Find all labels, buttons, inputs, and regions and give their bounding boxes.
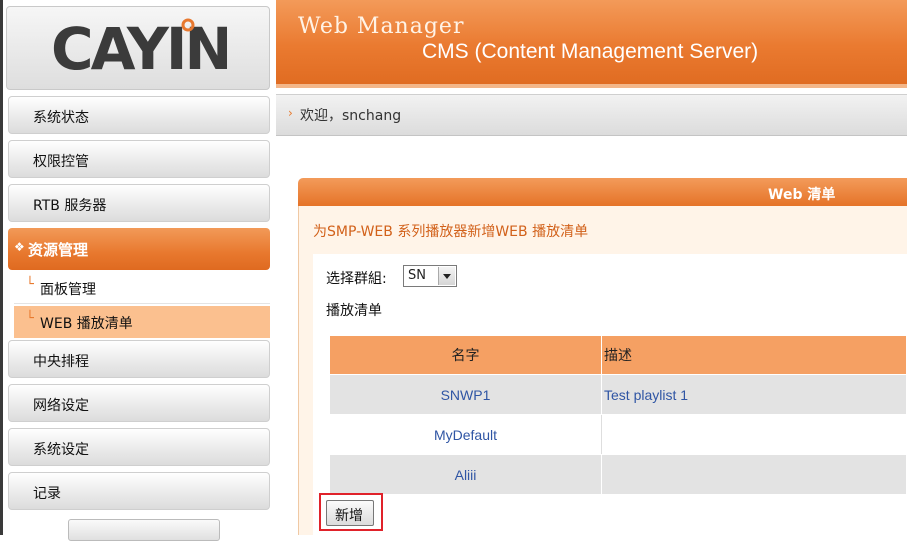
panel-header: Web 清单: [298, 178, 907, 206]
chevron-right-icon: ›: [288, 106, 293, 120]
app-header: Web Manager CMS (Content Management Serv…: [276, 0, 907, 88]
panel-title: Web 清单: [768, 187, 836, 203]
cayin-logo: CAYIN: [51, 15, 227, 79]
sidebar-item-label: 网络设定: [33, 398, 89, 414]
sidebar-item-label: 中央排程: [33, 354, 89, 370]
table-header-row: 名字 描述: [329, 335, 907, 375]
sidebar-item-label: 权限控管: [33, 154, 89, 170]
sidebar-subitem-label: 面板管理: [40, 282, 96, 298]
header-title: Web Manager: [298, 14, 465, 39]
group-select-label: 选择群組:: [326, 271, 387, 287]
group-select[interactable]: SN: [403, 265, 457, 287]
sidebar-subitem-label: WEB 播放清单: [40, 316, 133, 332]
chevron-down-icon[interactable]: [438, 267, 455, 285]
sidebar-item-network-settings[interactable]: 网络设定: [8, 384, 270, 422]
playlist-name-link[interactable]: Aliii: [329, 454, 602, 495]
add-button-label: 新增: [335, 508, 363, 524]
table-row[interactable]: MyDefault: [329, 414, 907, 455]
welcome-bar: › 欢迎，snchang: [276, 94, 907, 136]
sidebar-item-rtb-server[interactable]: RTB 服务器: [8, 184, 270, 222]
playlist-description: [601, 454, 907, 495]
add-playlist-button[interactable]: 新增: [326, 500, 374, 526]
playlist-description: Test playlist 1: [601, 374, 907, 415]
sidebar-subitem-panel-management[interactable]: └ 面板管理: [14, 272, 270, 304]
column-header-description: 描述: [601, 335, 907, 375]
table-row[interactable]: Aliii: [329, 454, 907, 495]
header-subtitle: CMS (Content Management Server): [422, 40, 759, 63]
arrow-bullet-icon: ❖: [14, 240, 25, 254]
playlist-name-link[interactable]: MyDefault: [329, 414, 602, 455]
playlist-name-link[interactable]: SNWP1: [329, 374, 602, 415]
sidebar-bottom-button[interactable]: [68, 519, 220, 541]
playlist-label: 播放清单: [326, 303, 382, 319]
table-row[interactable]: SNWP1 Test playlist 1: [329, 374, 907, 415]
sidebar-item-label: 记录: [33, 486, 61, 502]
sidebar-item-label: 系统设定: [33, 442, 89, 458]
svg-text:CAYIN: CAYIN: [51, 15, 227, 79]
sidebar-item-scheduling[interactable]: 中央排程: [8, 340, 270, 378]
group-select-value: SN: [408, 268, 426, 283]
column-header-name: 名字: [329, 335, 602, 375]
welcome-text: 欢迎，snchang: [300, 108, 402, 124]
sidebar-item-logs[interactable]: 记录: [8, 472, 270, 510]
panel-subtitle: 为SMP-WEB 系列播放器新增WEB 播放清单: [313, 224, 589, 240]
logo-panel: CAYIN: [6, 6, 270, 90]
sidebar-item-system-settings[interactable]: 系统设定: [8, 428, 270, 466]
playlist-table: 名字 描述 SNWP1 Test playlist 1 MyDefault Al…: [329, 335, 907, 495]
sidebar-item-resource-management[interactable]: ❖ 资源管理: [8, 228, 270, 270]
sidebar-item-label: 系统状态: [33, 110, 89, 126]
sidebar-item-label: 资源管理: [28, 241, 89, 259]
tree-branch-icon: └: [26, 277, 34, 292]
sidebar-subitem-web-playlist[interactable]: └ WEB 播放清单: [14, 306, 270, 338]
sidebar-item-system-status[interactable]: 系统状态: [8, 96, 270, 134]
tree-branch-icon: └: [26, 311, 34, 326]
playlist-description: [601, 414, 907, 455]
sidebar-item-label: RTB 服务器: [33, 198, 107, 214]
sidebar-item-permissions[interactable]: 权限控管: [8, 140, 270, 178]
